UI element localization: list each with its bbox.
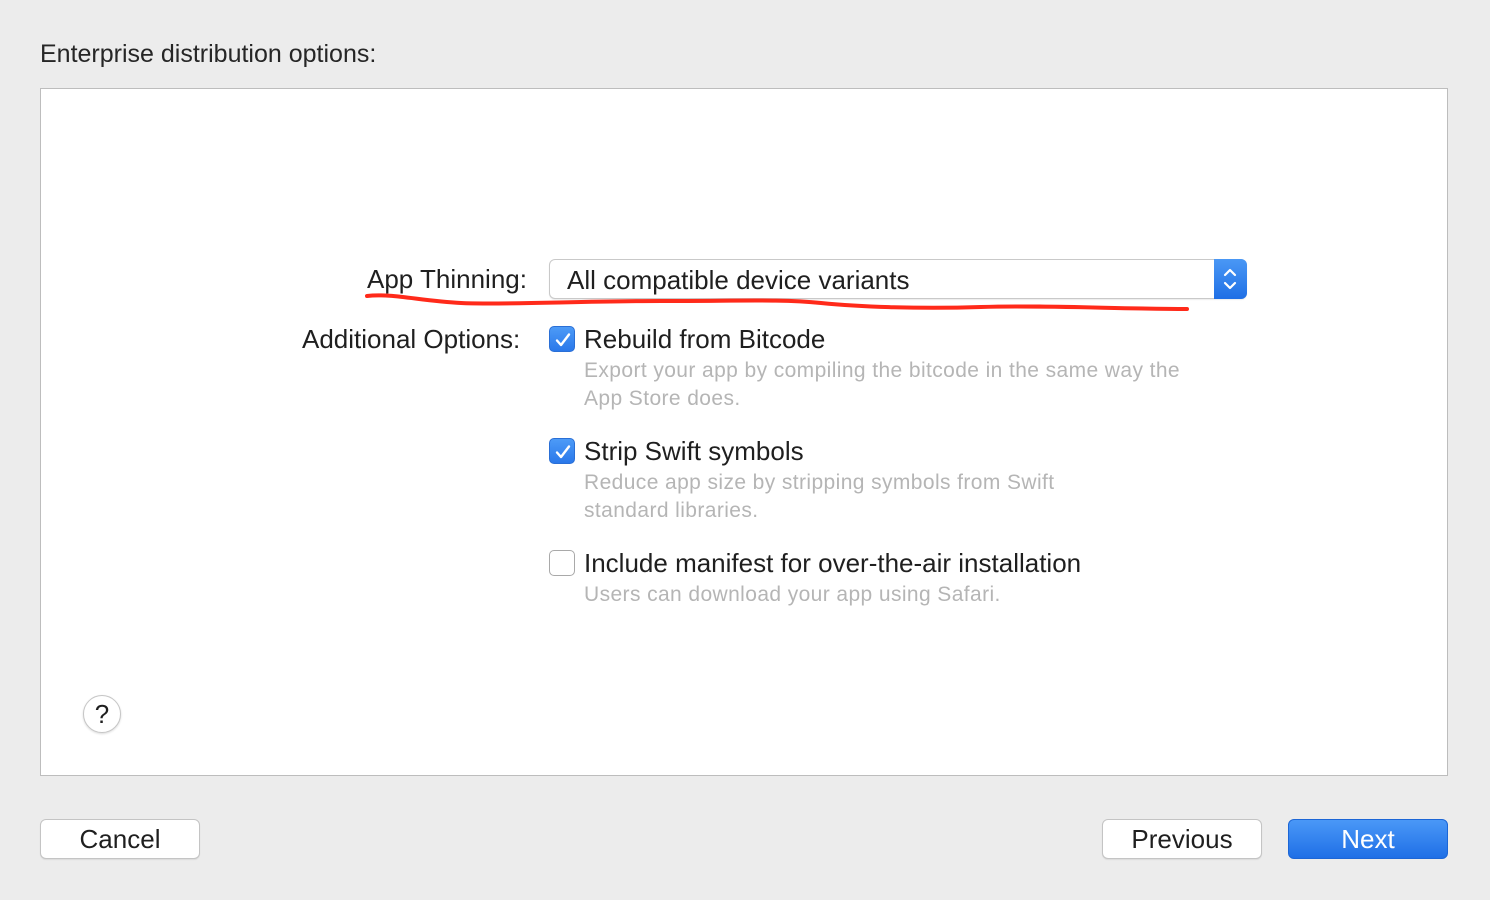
export-options-window: Enterprise distribution options: App Thi… xyxy=(0,0,1490,900)
description-line: App Store does. xyxy=(584,387,741,410)
include-manifest-label[interactable]: Include manifest for over-the-air instal… xyxy=(584,548,1081,579)
include-manifest-checkbox[interactable] xyxy=(549,550,575,576)
page-heading: Enterprise distribution options: xyxy=(40,40,377,68)
additional-options-label: Additional Options: xyxy=(302,324,521,354)
options-panel: App Thinning: All compatible device vari… xyxy=(40,88,1448,776)
checkmark-icon xyxy=(555,333,571,347)
annotation-underline xyxy=(365,293,1189,311)
previous-button[interactable]: Previous xyxy=(1102,819,1262,859)
strip-swift-symbols-description: Reduce app size by stripping symbols fro… xyxy=(584,469,1054,525)
cancel-button[interactable]: Cancel xyxy=(40,819,200,859)
strip-swift-symbols-checkbox[interactable] xyxy=(549,438,575,464)
rebuild-from-bitcode-label[interactable]: Rebuild from Bitcode xyxy=(584,324,825,355)
help-button[interactable]: ? xyxy=(83,695,121,733)
description-line: Users can download your app using Safari… xyxy=(584,583,1001,606)
question-mark-icon: ? xyxy=(94,699,110,729)
checkmark-icon xyxy=(555,445,571,459)
description-line: Reduce app size by stripping symbols fro… xyxy=(584,471,1055,494)
include-manifest-description: Users can download your app using Safari… xyxy=(584,581,1001,609)
rebuild-from-bitcode-description: Export your app by compiling the bitcode… xyxy=(584,357,1180,413)
rebuild-from-bitcode-checkbox[interactable] xyxy=(549,326,575,352)
strip-swift-symbols-label[interactable]: Strip Swift symbols xyxy=(584,436,804,467)
description-line: standard libraries. xyxy=(584,499,759,522)
next-button[interactable]: Next xyxy=(1288,819,1448,859)
description-line: Export your app by compiling the bitcode… xyxy=(584,359,1180,382)
